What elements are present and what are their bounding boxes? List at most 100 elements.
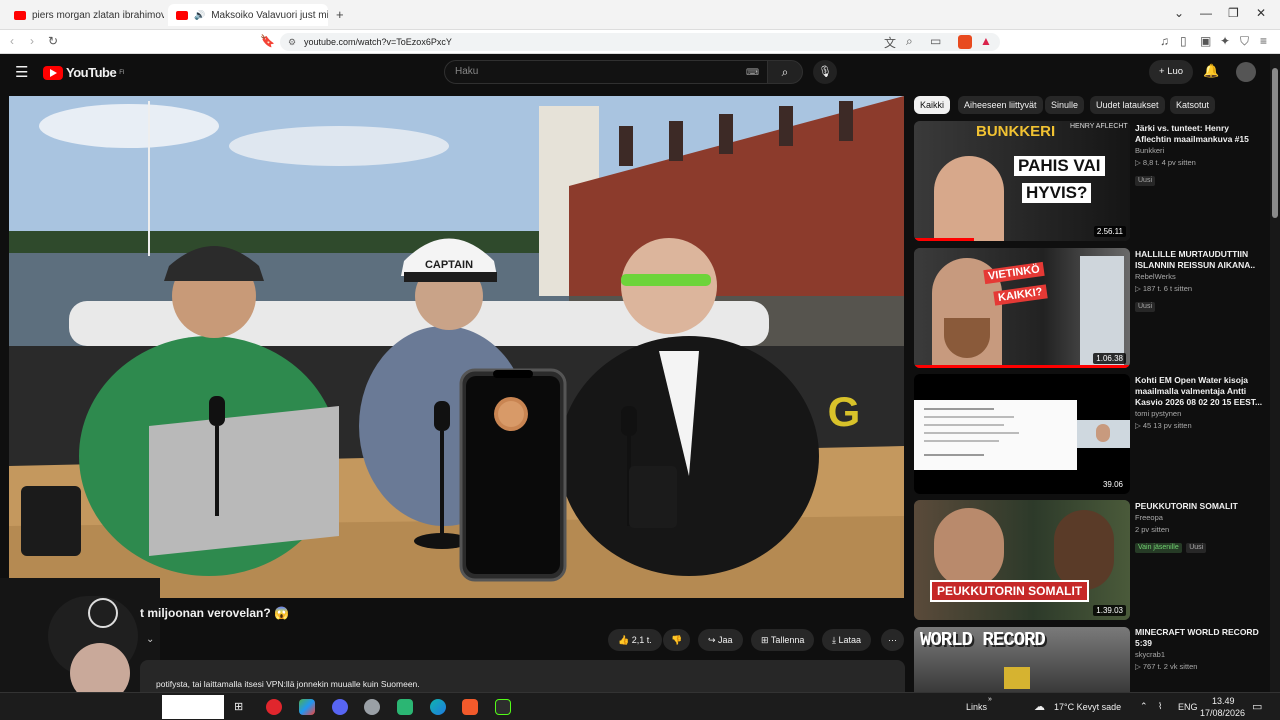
- scrollbar-thumb[interactable]: [1272, 68, 1278, 218]
- video-thumbnail[interactable]: 39.06: [914, 374, 1130, 494]
- more-icon: ⋯: [888, 635, 897, 645]
- video-thumbnail[interactable]: WORLD RECORD: [914, 627, 1130, 692]
- restore-icon[interactable]: ❐: [1228, 6, 1239, 20]
- thumbnail-subtext: HENRY AFLECHT: [1070, 123, 1128, 130]
- taskbar-search-box[interactable]: [162, 695, 224, 719]
- zoom-icon[interactable]: ⌕: [906, 34, 913, 49]
- video-meta[interactable]: PEUKKUTORIN SOMALIT Freeopa 2 pv sitten …: [1135, 501, 1263, 554]
- save-icon: ⊞: [761, 635, 771, 645]
- country-code: FI: [119, 69, 125, 76]
- close-window-icon[interactable]: ✕: [1256, 6, 1266, 20]
- chip-all[interactable]: Kaikki: [914, 96, 951, 114]
- tab-label: Maksoiko Valavuori just miljo: [211, 9, 328, 21]
- windows-taskbar: ⊞ Links » ☁ 17°C Kevyt sade ⌃ ⌇ ENG 13.4…: [0, 692, 1280, 720]
- search-icon: ⌕: [781, 65, 789, 79]
- chevron-down-icon[interactable]: ⌄: [146, 634, 154, 645]
- video-title: Kohti EM Open Water kisoja maailmalla va…: [1135, 375, 1263, 407]
- hamburger-menu-icon[interactable]: ☰: [15, 63, 28, 81]
- back-icon[interactable]: ‹: [10, 34, 14, 48]
- video-duration: 1.39.03: [1093, 605, 1126, 616]
- video-meta[interactable]: Järki vs. tunteet: Henry Aflechtin maail…: [1135, 123, 1263, 187]
- video-stats: 2 pv sitten: [1135, 525, 1170, 534]
- clock-time[interactable]: 13.49: [1212, 696, 1235, 706]
- thumbnail-text: PAHIS VAI: [1014, 156, 1105, 176]
- chip-for-you[interactable]: Sinulle: [1045, 96, 1085, 114]
- chip-recently-uploaded[interactable]: Uudet lataukset: [1090, 96, 1165, 114]
- obs-like-app-icon[interactable]: [397, 699, 413, 715]
- create-button[interactable]: + Luo: [1149, 60, 1194, 84]
- translate-icon[interactable]: 文: [884, 34, 896, 51]
- forward-icon[interactable]: ›: [30, 34, 34, 48]
- voice-search-button[interactable]: 🎙: [813, 60, 837, 84]
- video-meta[interactable]: Kohti EM Open Water kisoja maailmalla va…: [1135, 375, 1263, 432]
- download-button[interactable]: ⤓ Lataa: [822, 629, 872, 651]
- chevron-up-icon[interactable]: ⌃: [1140, 701, 1148, 712]
- video-thumbnail[interactable]: BUNKKERI HENRY AFLECHT PAHIS VAI HYVIS? …: [914, 121, 1130, 241]
- video-stats: ▷ 187 t. 6 t sitten: [1135, 284, 1193, 293]
- bookmark-icon[interactable]: 🔖: [260, 34, 275, 48]
- paint-icon[interactable]: [299, 699, 315, 715]
- youtube-logo[interactable]: YouTube FI: [43, 65, 125, 80]
- video-meta[interactable]: MINECRAFT WORLD RECORD 5:39 skycrab1 ▷ 7…: [1135, 627, 1263, 673]
- search-input[interactable]: Haku ⌨: [444, 60, 768, 84]
- description-box[interactable]: potifysta, tai laittamalla itsesi VPN:ll…: [140, 660, 905, 692]
- weather-text[interactable]: 17°C Kevyt sade: [1054, 702, 1121, 712]
- more-actions-button[interactable]: ⋯: [881, 629, 904, 651]
- chip-watched[interactable]: Katsotut: [1170, 96, 1216, 114]
- discord-icon[interactable]: [332, 699, 348, 715]
- video-title: HALLILLE MURTAUDUTTIIN ISLANNIN REISSUN …: [1135, 249, 1256, 270]
- brave-shield-icon[interactable]: [958, 35, 972, 49]
- kick-app-icon[interactable]: [495, 699, 511, 715]
- avatar[interactable]: [1236, 62, 1256, 82]
- url-text: youtube.com/watch?v=ToEzox6PxcY: [304, 37, 452, 47]
- minimize-icon[interactable]: —: [1200, 6, 1212, 20]
- app-icon[interactable]: [364, 699, 380, 715]
- youtube-play-logo-icon: [43, 65, 63, 80]
- chip-related[interactable]: Aiheeseen liittyvät: [958, 96, 1043, 114]
- chevron-down-icon[interactable]: ⌄: [1174, 6, 1184, 20]
- edge-icon[interactable]: [430, 699, 446, 715]
- brand-logo-text: G: [828, 388, 861, 435]
- video-stats: ▷ 45 13 pv sitten: [1135, 421, 1192, 430]
- notifications-bell-icon[interactable]: 🔔: [1203, 63, 1219, 79]
- share-button[interactable]: ↪ Jaa: [698, 629, 743, 651]
- cast-icon[interactable]: ▭: [930, 34, 941, 48]
- video-meta[interactable]: HALLILLE MURTAUDUTTIIN ISLANNIN REISSUN …: [1135, 249, 1263, 313]
- site-info-icon[interactable]: ⚙: [288, 33, 296, 51]
- wallet-icon[interactable]: ▣: [1200, 34, 1211, 48]
- media-icon[interactable]: ♫: [1160, 34, 1169, 48]
- like-button[interactable]: 👍 2,1 t.: [608, 629, 662, 651]
- brave-browser-icon[interactable]: [462, 699, 478, 715]
- video-thumbnail[interactable]: PEUKKUTORIN SOMALIT 1.39.03: [914, 500, 1130, 620]
- video-player[interactable]: CAPTAIN G: [9, 96, 904, 598]
- language-indicator[interactable]: ENG: [1178, 702, 1198, 712]
- save-button[interactable]: ⊞ Tallenna: [751, 629, 815, 651]
- audio-playing-icon: 🔊: [194, 9, 206, 20]
- browser-tab[interactable]: piers morgan zlatan ibrahimovic - Y: [6, 4, 164, 26]
- clock-date[interactable]: 17/08/2026: [1200, 708, 1245, 718]
- youtube-favicon-icon: [176, 10, 188, 20]
- cloud-rain-icon: ☁: [1034, 701, 1045, 713]
- browser-tab-active[interactable]: 🔊 Maksoiko Valavuori just miljo ×: [168, 4, 328, 26]
- vpn-icon[interactable]: ⛉: [1240, 34, 1249, 49]
- sidebar-icon[interactable]: ▯: [1180, 34, 1187, 48]
- links-toolbar[interactable]: Links: [966, 702, 987, 712]
- search-button[interactable]: ⌕: [767, 60, 803, 84]
- like-count: 2,1 t.: [631, 635, 652, 645]
- opera-icon[interactable]: [266, 699, 282, 715]
- video-thumbnail[interactable]: VIETINKÖ KAIKKI? 1.06.38: [914, 248, 1130, 368]
- menu-icon[interactable]: ≡: [1260, 34, 1267, 48]
- thumbs-up-icon: 👍: [618, 635, 632, 645]
- dislike-button[interactable]: 👎: [663, 629, 691, 651]
- keyboard-icon[interactable]: ⌨: [746, 61, 759, 83]
- reload-icon[interactable]: ↻: [48, 34, 58, 48]
- share-icon: ↪: [708, 635, 719, 645]
- task-view-icon[interactable]: ⊞: [234, 700, 243, 713]
- youtube-header: ☰ YouTube FI Haku ⌨ ⌕ 🎙 + Luo 🔔: [0, 54, 1270, 92]
- notification-icon[interactable]: ▭: [1252, 700, 1262, 713]
- brave-rewards-icon[interactable]: ▲: [980, 34, 992, 48]
- wifi-icon[interactable]: ⌇: [1158, 701, 1162, 712]
- chevron-double-icon[interactable]: »: [988, 696, 992, 703]
- extensions-icon[interactable]: ✦: [1220, 34, 1230, 48]
- new-tab-button[interactable]: +: [336, 7, 344, 22]
